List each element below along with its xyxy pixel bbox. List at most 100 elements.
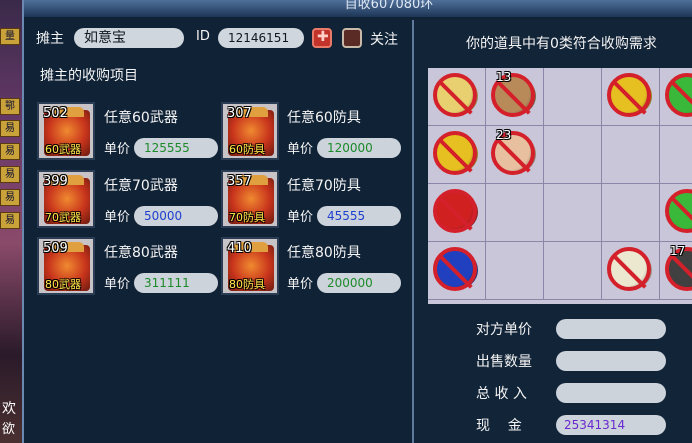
not-allowed-icon	[433, 189, 477, 233]
item-name: 任意70武器	[104, 178, 178, 194]
side-button[interactable]: 易	[0, 189, 20, 206]
side-chat-text: 欲	[2, 422, 16, 437]
total-income-label: 总 收 入	[476, 386, 527, 402]
inventory-slot[interactable]: 13	[486, 68, 544, 126]
item-tag: 60武器	[45, 143, 81, 156]
item-price: 120000	[317, 138, 401, 158]
item-name: 任意60武器	[104, 110, 178, 126]
add-friend-button[interactable]: ✚	[312, 28, 332, 48]
inventory-slot[interactable]	[544, 126, 602, 184]
follow-label: 关注	[370, 32, 398, 48]
price-label: 单价	[287, 277, 314, 292]
not-allowed-icon	[433, 247, 477, 291]
inventory-slot[interactable]	[544, 68, 602, 126]
sell-qty-label: 出售数量	[476, 354, 532, 370]
item-tag: 70防具	[229, 211, 265, 224]
unit-price-label: 对方单价	[476, 322, 532, 338]
side-button[interactable]: 鄂	[0, 98, 20, 115]
item-icon-80-weapon[interactable]: 509 80武器	[37, 237, 95, 295]
inventory-grid: 13 23 17	[428, 68, 692, 304]
item-name: 任意60防具	[287, 110, 361, 126]
price-label: 单价	[287, 142, 314, 157]
not-allowed-icon	[665, 189, 692, 233]
inventory-slot[interactable]	[544, 242, 602, 300]
item-price: 311111	[134, 273, 218, 293]
cash-field: 25341314	[556, 415, 666, 435]
price-label: 单价	[287, 210, 314, 225]
price-label: 单价	[104, 277, 131, 292]
inventory-slot[interactable]	[602, 68, 660, 126]
stall-buy-dialog: 自收607080环 摊主 如意宝 ID 12146151 ✚ 关注 摊主的收购项…	[22, 0, 692, 443]
item-tag: 80防具	[229, 278, 265, 291]
inventory-slot[interactable]: 23	[486, 126, 544, 184]
window-title: 自收607080环	[344, 0, 434, 12]
item-name: 任意80防具	[287, 245, 361, 261]
background-game-strip: 量 鄂 易 易 易 易 易 欢 欲	[0, 0, 22, 443]
item-name: 任意80武器	[104, 245, 178, 261]
buy-list-pane: 摊主 如意宝 ID 12146151 ✚ 关注 摊主的收购项目 502 60武器…	[24, 20, 409, 443]
not-allowed-icon	[665, 73, 692, 117]
item-tag: 80武器	[45, 278, 81, 291]
owner-id-field: 12146151	[218, 28, 304, 48]
total-income-field	[556, 383, 666, 403]
side-button[interactable]: 易	[0, 166, 20, 183]
item-count: 509	[43, 241, 68, 256]
inventory-slot[interactable]	[486, 242, 544, 300]
side-button[interactable]: 易	[0, 120, 20, 137]
sell-qty-input[interactable]	[556, 351, 666, 371]
side-button[interactable]: 易	[0, 212, 20, 229]
side-button[interactable]: 量	[0, 28, 20, 45]
item-tag: 70武器	[45, 211, 81, 224]
follow-checkbox[interactable]	[342, 28, 362, 48]
owner-name-field: 如意宝	[74, 28, 184, 48]
item-count: 502	[43, 106, 68, 121]
item-icon-80-armor[interactable]: 410 80防具	[221, 237, 279, 295]
inventory-slot[interactable]	[486, 184, 544, 242]
item-icon-70-weapon[interactable]: 399 70武器	[37, 170, 95, 228]
item-count: 307	[227, 106, 252, 121]
inventory-slot[interactable]	[660, 126, 692, 184]
unit-price-field	[556, 319, 666, 339]
item-icon-70-armor[interactable]: 357 70防具	[221, 170, 279, 228]
inventory-slot[interactable]	[428, 184, 486, 242]
price-label: 单价	[104, 210, 131, 225]
inventory-slot[interactable]	[428, 68, 486, 126]
item-count: 410	[227, 241, 252, 256]
inventory-slot[interactable]: 17	[660, 242, 692, 300]
section-title: 摊主的收购项目	[40, 68, 138, 84]
inventory-slot[interactable]	[602, 126, 660, 184]
item-count: 399	[43, 174, 68, 189]
item-price: 200000	[317, 273, 401, 293]
cash-label: 现 金	[476, 418, 522, 434]
inventory-slot[interactable]	[428, 242, 486, 300]
inventory-slot[interactable]	[602, 184, 660, 242]
title-bar[interactable]: 自收607080环	[24, 0, 692, 17]
item-count: 17	[670, 244, 686, 258]
inventory-pane: 你的道具中有0类符合收购需求 13 23 17 对方单价 出售数量 总 收 入 现 …	[412, 20, 692, 443]
item-name: 任意70防具	[287, 178, 361, 194]
inventory-slot[interactable]	[428, 126, 486, 184]
inventory-slot[interactable]	[544, 184, 602, 242]
not-allowed-icon	[607, 247, 651, 291]
item-price: 125555	[134, 138, 218, 158]
item-count: 13	[496, 70, 512, 84]
inventory-slot[interactable]	[602, 242, 660, 300]
item-count: 23	[496, 128, 512, 142]
inventory-slot[interactable]	[660, 68, 692, 126]
side-button[interactable]: 易	[0, 143, 20, 160]
item-price: 50000	[134, 206, 218, 226]
not-allowed-icon	[433, 73, 477, 117]
item-price: 45555	[317, 206, 401, 226]
owner-label: 摊主	[36, 31, 64, 47]
id-label: ID	[196, 29, 210, 44]
item-count: 357	[227, 174, 252, 189]
item-icon-60-weapon[interactable]: 502 60武器	[37, 102, 95, 160]
price-label: 单价	[104, 142, 131, 157]
side-chat-text: 欢	[2, 401, 16, 417]
inventory-slot[interactable]	[660, 184, 692, 242]
item-icon-60-armor[interactable]: 307 60防具	[221, 102, 279, 160]
plus-icon: ✚	[317, 29, 329, 45]
item-tag: 60防具	[229, 143, 265, 156]
not-allowed-icon	[433, 131, 477, 175]
inventory-header: 你的道具中有0类符合收购需求	[466, 36, 657, 52]
